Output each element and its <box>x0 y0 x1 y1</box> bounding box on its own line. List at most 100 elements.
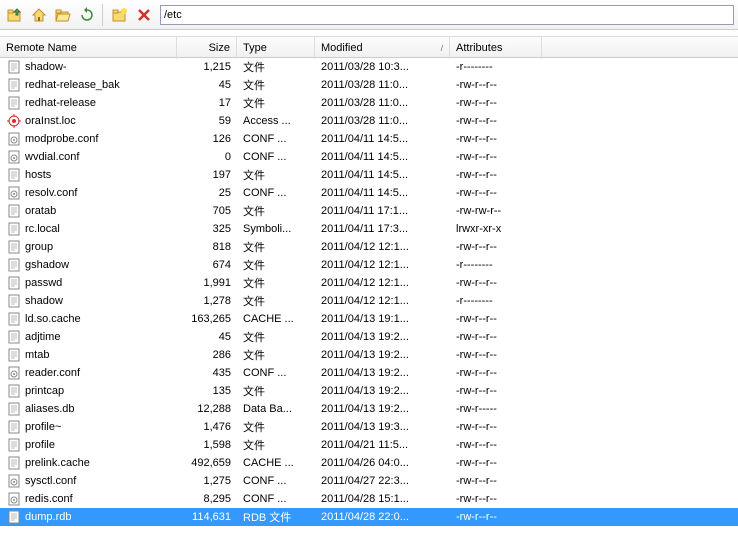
file-row[interactable]: mtab286文件2011/04/13 19:2...-rw-r--r-- <box>0 346 738 364</box>
file-attr-cell: -rw-r--r-- <box>450 328 542 346</box>
column-header-type[interactable]: Type <box>237 37 315 59</box>
file-row[interactable]: reader.conf435CONF ...2011/04/13 19:2...… <box>0 364 738 382</box>
file-row[interactable]: ld.so.cache163,265CACHE ...2011/04/13 19… <box>0 310 738 328</box>
file-row[interactable]: aliases.db12,288Data Ba...2011/04/13 19:… <box>0 400 738 418</box>
file-attr-cell: -r-------- <box>450 256 542 274</box>
file-row[interactable]: group818文件2011/04/12 12:1...-rw-r--r-- <box>0 238 738 256</box>
new-folder-button[interactable] <box>109 4 131 26</box>
file-size-cell: 126 <box>177 130 237 148</box>
file-row[interactable]: dump.rdb114,631RDB 文件2011/04/28 22:0...-… <box>0 508 738 526</box>
file-type-icon <box>6 95 22 111</box>
file-row[interactable]: redhat-release17文件2011/03/28 11:0...-rw-… <box>0 94 738 112</box>
file-name: redhat-release <box>25 97 96 109</box>
file-size-cell: 1,476 <box>177 418 237 436</box>
file-name: reader.conf <box>25 367 80 379</box>
file-size-cell: 59 <box>177 112 237 130</box>
file-name-cell: dump.rdb <box>0 508 177 526</box>
column-header-size[interactable]: Size <box>177 37 237 59</box>
file-row[interactable]: resolv.conf25CONF ...2011/04/11 14:5...-… <box>0 184 738 202</box>
file-row[interactable]: passwd1,991文件2011/04/12 12:1...-rw-r--r-… <box>0 274 738 292</box>
file-type-icon <box>6 311 22 327</box>
file-type-icon <box>6 167 22 183</box>
file-attr-cell: -rw-r--r-- <box>450 274 542 292</box>
file-row[interactable]: shadow-1,215文件2011/03/28 10:3...-r------… <box>0 58 738 76</box>
file-type-cell: CACHE ... <box>237 454 315 472</box>
file-modified-cell: 2011/04/11 17:3... <box>315 220 450 238</box>
file-type-cell: 文件 <box>237 58 315 76</box>
file-type-cell: 文件 <box>237 94 315 112</box>
file-row[interactable]: sysctl.conf1,275CONF ...2011/04/27 22:3.… <box>0 472 738 490</box>
file-name: oraInst.loc <box>25 115 76 127</box>
file-row[interactable]: wvdial.conf0CONF ...2011/04/11 14:5...-r… <box>0 148 738 166</box>
file-name-cell: profile~ <box>0 418 177 436</box>
file-row[interactable]: redhat-release_bak45文件2011/03/28 11:0...… <box>0 76 738 94</box>
file-row[interactable]: hosts197文件2011/04/11 14:5...-rw-r--r-- <box>0 166 738 184</box>
file-row[interactable]: oraInst.loc59Access ...2011/03/28 11:0..… <box>0 112 738 130</box>
file-type-cell: 文件 <box>237 418 315 436</box>
file-type-cell: RDB 文件 <box>237 508 315 526</box>
file-type-icon <box>6 275 22 291</box>
file-attr-cell: -rw-r--r-- <box>450 310 542 328</box>
file-list[interactable]: shadow-1,215文件2011/03/28 10:3...-r------… <box>0 58 738 526</box>
file-type-cell: CONF ... <box>237 184 315 202</box>
file-attr-cell: -r-------- <box>450 58 542 76</box>
file-modified-cell: 2011/04/27 22:3... <box>315 472 450 490</box>
file-row[interactable]: rc.local325Symboli...2011/04/11 17:3...l… <box>0 220 738 238</box>
file-row[interactable]: profile1,598文件2011/04/21 11:5...-rw-r--r… <box>0 436 738 454</box>
file-row[interactable]: profile~1,476文件2011/04/13 19:3...-rw-r--… <box>0 418 738 436</box>
file-type-cell: Data Ba... <box>237 400 315 418</box>
file-size-cell: 1,215 <box>177 58 237 76</box>
file-size-cell: 325 <box>177 220 237 238</box>
file-name: wvdial.conf <box>25 151 79 163</box>
open-folder-button[interactable] <box>52 4 74 26</box>
refresh-button[interactable] <box>76 4 98 26</box>
file-row[interactable]: shadow1,278文件2011/04/12 12:1...-r-------… <box>0 292 738 310</box>
file-name-cell: adjtime <box>0 328 177 346</box>
file-size-cell: 1,275 <box>177 472 237 490</box>
delete-button[interactable] <box>133 4 155 26</box>
file-row[interactable]: modprobe.conf126CONF ...2011/04/11 14:5.… <box>0 130 738 148</box>
file-attr-cell: -rw-r----- <box>450 400 542 418</box>
file-row[interactable]: printcap135文件2011/04/13 19:2...-rw-r--r-… <box>0 382 738 400</box>
file-modified-cell: 2011/04/13 19:1... <box>315 310 450 328</box>
file-type-cell: 文件 <box>237 256 315 274</box>
file-name: oratab <box>25 205 56 217</box>
file-name-cell: redhat-release_bak <box>0 76 177 94</box>
column-header-name[interactable]: Remote Name <box>0 37 177 59</box>
file-type-cell: 文件 <box>237 166 315 184</box>
file-name-cell: resolv.conf <box>0 184 177 202</box>
file-row[interactable]: oratab705文件2011/04/11 17:1...-rw-rw-r-- <box>0 202 738 220</box>
file-name-cell: modprobe.conf <box>0 130 177 148</box>
file-type-cell: CONF ... <box>237 364 315 382</box>
file-modified-cell: 2011/04/13 19:2... <box>315 346 450 364</box>
file-row[interactable]: adjtime45文件2011/04/13 19:2...-rw-r--r-- <box>0 328 738 346</box>
file-type-icon <box>6 221 22 237</box>
file-modified-cell: 2011/03/28 10:3... <box>315 58 450 76</box>
path-input[interactable] <box>160 5 734 25</box>
folder-up-icon <box>7 7 23 23</box>
column-header-attributes[interactable]: Attributes <box>450 37 542 59</box>
parent-dir-button[interactable] <box>4 4 26 26</box>
file-row[interactable]: gshadow674文件2011/04/12 12:1...-r-------- <box>0 256 738 274</box>
file-type-cell: CONF ... <box>237 130 315 148</box>
file-type-cell: 文件 <box>237 274 315 292</box>
file-size-cell: 197 <box>177 166 237 184</box>
file-row[interactable]: prelink.cache492,659CACHE ...2011/04/26 … <box>0 454 738 472</box>
file-type-icon <box>6 455 22 471</box>
home-button[interactable] <box>28 4 50 26</box>
file-size-cell: 135 <box>177 382 237 400</box>
file-type-icon <box>6 257 22 273</box>
file-type-cell: 文件 <box>237 382 315 400</box>
file-name-cell: oratab <box>0 202 177 220</box>
sort-indicator-icon: / <box>441 44 443 53</box>
file-row[interactable]: redis.conf8,295CONF ...2011/04/28 15:1..… <box>0 490 738 508</box>
file-name: hosts <box>25 169 51 181</box>
file-attr-cell: -rw-r--r-- <box>450 490 542 508</box>
file-type-cell: Access ... <box>237 112 315 130</box>
file-name-cell: shadow- <box>0 58 177 76</box>
file-name: resolv.conf <box>25 187 77 199</box>
column-header-modified[interactable]: Modified/ <box>315 37 450 59</box>
column-label: Type <box>243 42 267 54</box>
file-modified-cell: 2011/04/11 14:5... <box>315 184 450 202</box>
column-label: Size <box>209 42 230 54</box>
